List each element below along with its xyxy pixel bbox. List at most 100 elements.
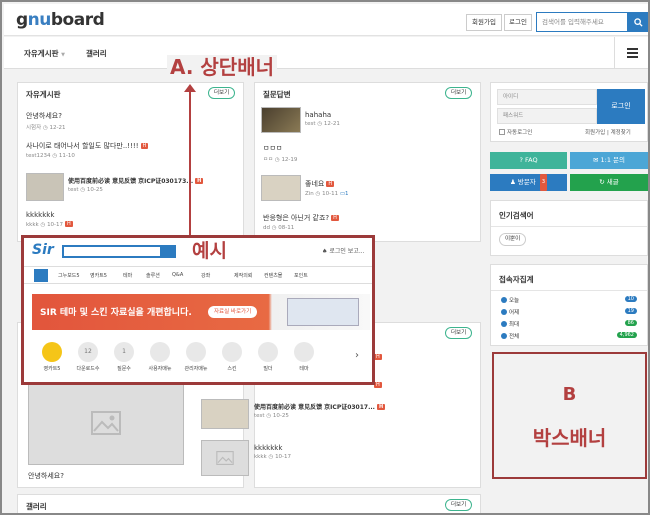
example-shortcut-item[interactable]: 테마 [288, 342, 320, 372]
example-shortcut-item[interactable]: 12 다운로드수 [72, 342, 104, 372]
example-banner-button[interactable]: 자료실 바로가기 [208, 306, 258, 318]
example-shortcut-label: 사용자매뉴 [148, 366, 172, 372]
id-input[interactable]: 아이디 [497, 89, 597, 105]
example-shortcut-label: 영카트5 [43, 366, 61, 372]
example-shortcut-item[interactable]: 1 질문수 [108, 342, 140, 372]
example-search-input[interactable] [62, 245, 162, 258]
example-top-banner[interactable]: SIR 테마 및 스킨 자료실을 개편합니다. 자료실 바로가기 [32, 294, 370, 330]
stat-row: 어제 19 [501, 308, 637, 316]
users-icon: ♟ [509, 178, 516, 186]
nav-item-free-board[interactable]: 자유게시판 ▼ [24, 48, 65, 59]
hot-badge: H [374, 382, 382, 388]
example-annotation: 예시 [192, 240, 227, 262]
list-item[interactable]: 안녕하세요? 시험자 ◷ 12-21 [26, 111, 243, 131]
free-board-panel: 자유게시판 더보기 안녕하세요? 시험자 ◷ 12-21 사나이로 태어나서 할일… [17, 82, 244, 242]
top-bar: gnuboard 회원가입 로그인 검색어를 입력해주세요 [4, 4, 648, 36]
list-item[interactable]: kkkkkkk kkkk ◷ 10-17 H [26, 211, 243, 228]
clock-icon: ◷ [268, 454, 274, 460]
example-search-button[interactable] [162, 245, 176, 258]
example-shortcut-label: 스킨 [227, 366, 237, 372]
clock-icon: ◷ [274, 157, 280, 163]
more-button[interactable]: 더보기 [445, 327, 473, 339]
list-item[interactable]: 사나이로 태어나서 할일도 많다만..!!!! Htest1234 ◷ 11-10 [26, 141, 243, 159]
example-menu-item[interactable]: 강좌 [201, 272, 210, 279]
visitor-button[interactable]: ♟ 방문자 3 [490, 174, 567, 191]
more-button[interactable]: 더보기 [208, 87, 236, 99]
example-shortcut-item[interactable]: 사용자매뉴 [144, 342, 176, 372]
clock-icon: ◷ [271, 225, 277, 231]
example-menu-item[interactable]: 컨텐츠몰 [264, 272, 282, 279]
site-logo[interactable]: gnuboard [16, 10, 105, 30]
clock-icon: ◷ [315, 191, 321, 197]
clock-icon: ◷ [266, 413, 272, 419]
faq-button[interactable]: ? FAQ [490, 152, 567, 169]
stat-row: 최대 86 [501, 320, 637, 328]
example-shortcut-item[interactable]: 관리자매뉴 [180, 342, 212, 372]
user-icon [501, 297, 507, 303]
more-button[interactable]: 더보기 [445, 499, 473, 511]
list-item[interactable]: kkkkkkk kkkk ◷ 10-17 [254, 444, 474, 460]
list-item[interactable]: ㅁㅁㅁ ㅁㅁ ◷ 12-19 [263, 143, 480, 163]
shortcut-icon [258, 342, 278, 362]
shortcut-icon: 12 [78, 342, 98, 362]
sir-logo: Sir [32, 242, 54, 258]
inquiry-button[interactable]: ✉ 1:1 문의 [570, 152, 648, 169]
divider [491, 290, 647, 291]
cart-icon [42, 342, 62, 362]
example-user-links[interactable]: ♠ 로그인 보고... [322, 246, 365, 255]
example-banner-image [287, 298, 359, 326]
more-button[interactable]: 더보기 [445, 87, 473, 99]
example-menu-item[interactable]: 포인트 [294, 272, 308, 279]
list-item[interactable]: hahaha test ◷ 12-21 [305, 111, 480, 127]
panel-title: 질문답변 [263, 90, 291, 99]
login-submit-button[interactable]: 로그인 [597, 89, 645, 124]
panel-title: 자유게시판 [26, 90, 61, 99]
clock-icon: ◷ [42, 125, 48, 131]
panel-title: 갤러리 [26, 502, 47, 511]
example-menu-item[interactable]: 영카트5 [90, 272, 107, 279]
example-menu-item[interactable]: Q&A [172, 272, 183, 278]
nav-item-gallery[interactable]: 갤러리 [86, 48, 107, 59]
example-menu-item[interactable]: 제작의뢰 [234, 272, 252, 279]
example-hamburger-icon[interactable] [34, 269, 48, 282]
clock-icon: ◷ [317, 121, 323, 127]
example-menu-item[interactable]: 테마 [123, 272, 132, 279]
auto-login-checkbox[interactable]: 자동로그인 [499, 128, 532, 136]
example-menu-item[interactable]: 그누보드5 [58, 272, 80, 279]
keyword-tag[interactable]: 이뿐이 [499, 233, 527, 246]
post-thumbnail [26, 173, 64, 201]
password-input[interactable]: 패스워드 [497, 108, 597, 124]
clock-icon: ◷ [52, 153, 58, 159]
main-nav: 자유게시판 ▼ 갤러리 [4, 37, 648, 69]
search-button[interactable] [628, 12, 648, 32]
login-button[interactable]: 로그인 [504, 14, 532, 31]
list-item[interactable]: 반응형은 아닌거 같죠? Hdd ◷ 08-11 [263, 213, 480, 231]
clock-icon: ◷ [80, 187, 86, 193]
search-input[interactable]: 검색어를 입력해주세요 [536, 12, 628, 32]
list-item[interactable]: 使用百度前必读 意见反馈 京ICP证03017... Htest ◷ 10-25 [254, 402, 474, 419]
example-shortcut-item[interactable]: 빌더 [252, 342, 284, 372]
hot-badge: H [65, 221, 73, 227]
example-icon-row: 영카트5 12 다운로드수 1 질문수 사용자매뉴 관리자매뉴 스킨 빌더 테마 [32, 342, 360, 382]
hot-badge: H [326, 181, 335, 187]
example-menu-item[interactable]: 솔루션 [146, 272, 160, 279]
post-thumbnail [201, 399, 249, 429]
login-box: 아이디 패스워드 로그인 자동로그인 회원가입 | 계정찾기 [490, 82, 648, 142]
divider [491, 226, 647, 227]
chevron-down-icon: ▼ [61, 52, 65, 58]
list-item[interactable]: 使用百度前必读 意见反馈 京ICP证030173... Htest ◷ 10-25 [68, 176, 243, 193]
account-links[interactable]: 회원가입 | 계정찾기 [585, 128, 631, 136]
stat-row: 전체 4,962 [501, 332, 637, 340]
join-button[interactable]: 회원가입 [466, 14, 502, 31]
example-shortcut-item[interactable]: 스킨 [216, 342, 248, 372]
hamburger-menu-icon[interactable] [614, 37, 648, 69]
example-menu-bar: 그누보드5 영카트5 테마 솔루션 Q&A 강좌 제작의뢰 컨텐츠몰 포인트 [24, 266, 372, 284]
shortcut-icon [186, 342, 206, 362]
list-item[interactable]: 좋네요 H Zin ◷ 10-11 ▭1 [305, 179, 480, 197]
example-shortcut-item[interactable]: 영카트5 [36, 342, 68, 372]
chevron-right-icon[interactable]: › [350, 350, 364, 372]
example-shortcut-label: 관리자매뉴 [184, 366, 208, 372]
new-posts-button[interactable]: ↻ 새글 [570, 174, 648, 191]
example-shortcut-label: 질문수 [117, 366, 131, 372]
popular-keywords-panel: 인기검색어 이뿐이 [490, 200, 648, 256]
